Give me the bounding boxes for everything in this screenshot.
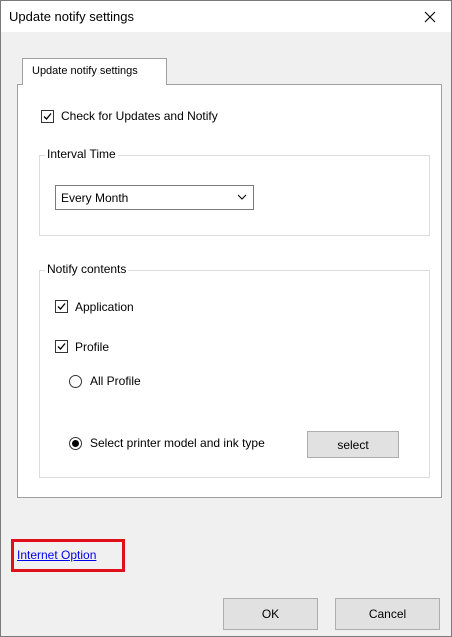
check-updates-checkbox[interactable] xyxy=(41,110,54,123)
title-bar: Update notify settings xyxy=(1,1,451,32)
profile-checkbox[interactable] xyxy=(55,340,68,353)
select-button[interactable]: select xyxy=(307,431,399,458)
checkmark-icon xyxy=(57,303,66,310)
close-icon xyxy=(424,11,436,22)
interval-time-legend: Interval Time xyxy=(45,147,118,161)
tab-label: Update notify settings xyxy=(32,65,138,77)
notify-contents-legend: Notify contents xyxy=(45,262,129,276)
interval-selected-value: Every Month xyxy=(61,191,129,205)
cancel-button[interactable]: Cancel xyxy=(335,598,440,630)
checkmark-icon xyxy=(57,343,66,350)
application-label: Application xyxy=(75,300,134,314)
all-profile-radio[interactable] xyxy=(69,375,82,388)
tab-update-notify-settings[interactable]: Update notify settings xyxy=(22,58,167,85)
window-title: Update notify settings xyxy=(9,9,135,24)
close-button[interactable] xyxy=(409,1,451,32)
internet-option-link[interactable]: Internet Option xyxy=(17,548,96,562)
interval-select[interactable]: Every Month xyxy=(55,185,254,210)
check-updates-label: Check for Updates and Notify xyxy=(61,109,218,123)
select-printer-radio[interactable] xyxy=(69,437,82,450)
ok-button[interactable]: OK xyxy=(223,598,318,630)
ok-button-label: OK xyxy=(261,607,280,621)
chevron-down-icon xyxy=(237,194,247,200)
cancel-button-label: Cancel xyxy=(368,607,407,621)
checkmark-icon xyxy=(43,113,52,120)
select-button-label: select xyxy=(337,437,369,452)
update-notify-settings-window: Update notify settings Update notify set… xyxy=(0,0,452,637)
all-profile-label: All Profile xyxy=(90,374,141,388)
profile-label: Profile xyxy=(75,340,110,354)
select-printer-label: Select printer model and ink type xyxy=(90,436,265,450)
radio-selected-dot xyxy=(72,440,79,447)
application-checkbox[interactable] xyxy=(55,300,68,313)
